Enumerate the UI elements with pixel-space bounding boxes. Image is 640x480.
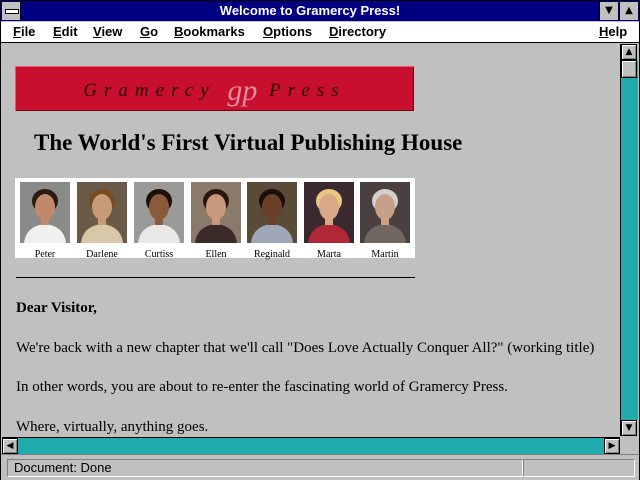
menu-file-accel: F — [13, 24, 21, 39]
cast-photo-strip: Peter Darlene Curtiss Ellen Reginald Mar… — [15, 178, 415, 260]
vertical-scrollbar[interactable]: ▲ ▼ — [620, 44, 638, 436]
vertical-scroll-thumb[interactable] — [621, 60, 637, 78]
letter-paragraph-1: We're back with a new chapter that we'll… — [16, 340, 595, 356]
menu-help-label: elp — [608, 24, 628, 39]
portrait-martin — [360, 182, 410, 243]
gramercy-press-logo[interactable]: Gramercy gp Press — [15, 66, 414, 111]
letter-greeting: Dear Visitor, — [16, 300, 97, 316]
menu-view-label: iew — [101, 24, 123, 39]
logo-wordmark: Gramercy gp Press — [15, 74, 414, 108]
menu-help-accel: H — [599, 24, 609, 39]
menu-edit-label: dit — [61, 24, 78, 39]
menu-bookmarks-accel: B — [174, 24, 184, 39]
portrait-darlene — [77, 182, 127, 243]
logo-word-right: Press — [269, 80, 346, 101]
menu-directory-label: irectory — [338, 24, 387, 39]
menu-directory-accel: D — [329, 24, 339, 39]
person-reginald[interactable]: Reginald — [247, 182, 297, 260]
letter-paragraph-2: In other words, you are about to re-ente… — [16, 379, 508, 395]
scroll-left-button[interactable]: ◀ — [2, 438, 18, 454]
menu-go-accel: G — [140, 24, 151, 39]
menu-file-label: ile — [20, 24, 36, 39]
scroll-right-button[interactable]: ▶ — [604, 438, 620, 454]
menu-directory[interactable]: Directory — [329, 24, 386, 39]
horizontal-scroll-track[interactable] — [18, 438, 604, 454]
menu-edit[interactable]: Edit — [53, 24, 78, 39]
person-darlene[interactable]: Darlene — [77, 182, 127, 260]
person-peter[interactable]: Peter — [20, 182, 70, 260]
vertical-scroll-track[interactable] — [621, 60, 638, 420]
menu-options[interactable]: Options — [263, 24, 312, 39]
person-name: Reginald — [253, 249, 291, 260]
person-name: Curtiss — [144, 249, 174, 260]
menu-bar: File Edit View Go Bookmarks Options Dire… — [1, 22, 639, 43]
portrait-curtiss — [134, 182, 184, 243]
minimize-button[interactable]: ▼ — [599, 2, 618, 20]
person-name: Martin — [371, 249, 399, 260]
menu-file[interactable]: File — [13, 24, 35, 39]
logo-monogram: gp — [227, 74, 258, 107]
person-ellen[interactable]: Ellen — [191, 182, 241, 260]
person-martin[interactable]: Martin — [360, 182, 410, 260]
person-marta[interactable]: Marta — [304, 182, 354, 260]
system-menu-button[interactable] — [2, 2, 21, 20]
person-name: Marta — [317, 249, 341, 260]
progress-indicator — [523, 459, 635, 477]
menu-view[interactable]: View — [93, 24, 122, 39]
scroll-up-button[interactable]: ▲ — [621, 44, 637, 60]
title-bar[interactable]: Welcome to Gramercy Press! ▼ ▲ — [1, 1, 639, 21]
horizontal-scrollbar[interactable]: ◀ ▶ — [2, 437, 620, 454]
person-name: Peter — [34, 249, 56, 260]
page-headline: The World's First Virtual Publishing Hou… — [34, 130, 463, 155]
status-message: Document: Done — [7, 459, 523, 477]
horizontal-rule — [16, 277, 415, 278]
person-name: Darlene — [86, 249, 118, 260]
menu-bookmarks[interactable]: Bookmarks — [174, 24, 245, 39]
menu-edit-accel: E — [53, 24, 62, 39]
maximize-button[interactable]: ▲ — [619, 2, 638, 20]
portrait-peter — [20, 182, 70, 243]
person-name: Ellen — [205, 249, 227, 260]
menu-options-label: ptions — [273, 24, 313, 39]
menu-options-accel: O — [263, 24, 274, 39]
system-menu-icon — [5, 9, 19, 14]
menu-bookmarks-label: ookmarks — [183, 24, 245, 39]
window-title: Welcome to Gramercy Press! — [219, 3, 401, 18]
status-bar: Document: Done — [1, 454, 639, 480]
menu-go-label: o — [150, 24, 159, 39]
page-content: Gramercy gp Press The World's First Virt… — [2, 44, 619, 436]
scrollbar-corner — [621, 437, 638, 453]
portrait-ellen — [191, 182, 241, 243]
portrait-marta — [304, 182, 354, 243]
browser-window: Welcome to Gramercy Press! ▼ ▲ File Edit… — [0, 0, 640, 480]
scroll-down-button[interactable]: ▼ — [621, 420, 637, 436]
menu-go[interactable]: Go — [140, 24, 158, 39]
menu-help[interactable]: Help — [599, 24, 627, 39]
letter-paragraph-3: Where, virtually, anything goes. — [16, 419, 209, 435]
portrait-reginald — [247, 182, 297, 243]
logo-word-left: Gramercy — [83, 80, 216, 101]
person-curtiss[interactable]: Curtiss — [134, 182, 184, 260]
